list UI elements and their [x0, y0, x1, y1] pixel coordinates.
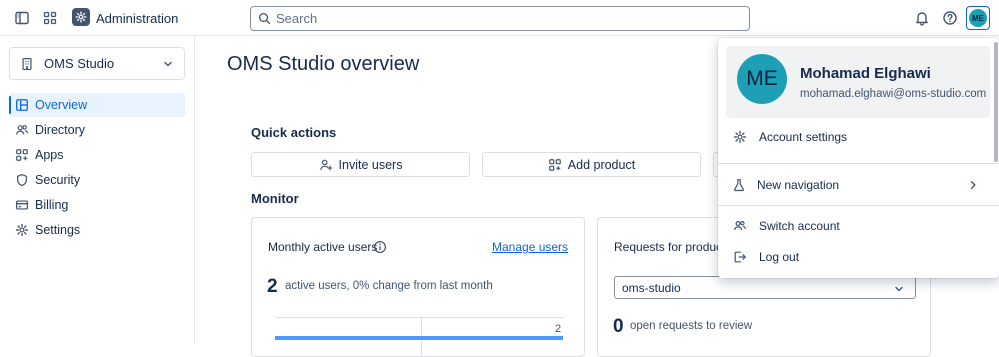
active-users-count: 2 — [267, 276, 278, 297]
add-product-button[interactable]: Add product — [482, 152, 701, 177]
monthly-active-users-card: Monthly active users Manage users 2 acti… — [251, 217, 585, 357]
active-users-description: active users, 0% change from last month — [285, 280, 493, 292]
sidebar-item-settings[interactable]: Settings — [9, 218, 185, 242]
switch-account-menu-item[interactable]: Switch account — [718, 211, 999, 241]
avatar: ME — [969, 9, 987, 27]
sidebar-item-label: Settings — [35, 223, 81, 237]
add-person-icon — [319, 159, 332, 170]
search-icon — [258, 12, 271, 25]
gear-icon — [15, 223, 29, 237]
shield-icon — [17, 173, 27, 187]
sidebar-item-label: Security — [35, 173, 81, 187]
profile-name: Mohamad Elghawi — [800, 65, 931, 82]
search-bar[interactable] — [250, 6, 750, 31]
sidebar-item-directory[interactable]: Directory — [9, 118, 185, 142]
add-product-label: Add product — [567, 157, 636, 172]
app-switcher-icon[interactable] — [38, 6, 62, 30]
info-icon[interactable] — [373, 240, 387, 254]
avatar: ME — [737, 54, 787, 104]
menu-item-label: Switch account — [759, 219, 840, 233]
open-requests-description: open requests to review — [630, 320, 753, 332]
search-input[interactable] — [276, 11, 736, 26]
top-navigation-bar: Administration ME — [0, 0, 999, 36]
requests-card-title: Requests for product — [614, 240, 726, 254]
sidebar-item-apps[interactable]: Apps — [9, 143, 185, 167]
product-select-value: oms-studio — [622, 280, 681, 295]
add-app-icon — [548, 158, 561, 171]
open-requests-count: 0 — [613, 316, 624, 337]
app-title[interactable]: Administration — [96, 11, 178, 26]
flask-icon — [734, 179, 744, 192]
invite-users-button[interactable]: Invite users — [251, 152, 470, 177]
help-icon[interactable] — [938, 6, 962, 30]
site-selector-label: OMS Studio — [44, 56, 115, 71]
sidebar-item-billing[interactable]: Billing — [9, 193, 185, 217]
apps-icon — [16, 149, 28, 161]
quick-actions-heading: Quick actions — [251, 125, 337, 140]
overview-icon — [16, 99, 28, 111]
sidebar-item-overview[interactable]: Overview — [9, 93, 185, 117]
profile-avatar-button[interactable]: ME — [966, 6, 990, 30]
invite-users-label: Invite users — [338, 157, 403, 172]
mau-card-title: Monthly active users — [268, 240, 378, 254]
notifications-bell-icon[interactable] — [910, 6, 934, 30]
menu-item-label: Account settings — [759, 130, 848, 144]
gear-icon — [733, 130, 747, 144]
sidebar-item-label: Overview — [35, 98, 88, 112]
menu-item-label: New navigation — [757, 178, 840, 192]
menu-divider — [718, 205, 999, 206]
chart-value-label: 2 — [555, 323, 562, 335]
chevron-down-icon — [895, 286, 903, 292]
page-title: OMS Studio overview — [227, 53, 420, 75]
profile-card: ME Mohamad Elghawi mohamad.elghawi@oms-s… — [726, 46, 990, 118]
menu-divider — [718, 163, 999, 164]
chevron-down-icon — [164, 61, 172, 67]
sidebar-item-label: Billing — [35, 198, 69, 212]
log-out-menu-item[interactable]: Log out — [718, 242, 999, 272]
monitor-heading: Monitor — [251, 191, 299, 206]
admin-gear-icon — [72, 8, 90, 26]
people-icon — [15, 125, 29, 135]
chart-gridline — [275, 317, 563, 318]
sidebar-toggle-icon[interactable] — [10, 6, 34, 30]
sidebar-item-label: Directory — [35, 123, 86, 137]
menu-item-label: Log out — [759, 250, 800, 264]
chevron-right-icon — [970, 180, 976, 190]
profile-menu: ME Mohamad Elghawi mohamad.elghawi@oms-s… — [718, 38, 999, 278]
product-select[interactable]: oms-studio — [614, 276, 916, 299]
new-navigation-menu-item[interactable]: New navigation — [718, 170, 999, 200]
account-settings-menu-item[interactable]: Account settings — [718, 122, 999, 152]
credit-card-icon — [15, 200, 29, 210]
logout-icon — [734, 251, 746, 263]
sidebar: OMS Studio Overview Directory Apps Secur… — [0, 37, 195, 344]
site-selector[interactable]: OMS Studio — [9, 47, 185, 80]
sidebar-item-security[interactable]: Security — [9, 168, 185, 192]
building-icon — [22, 57, 32, 70]
chart-series-line — [275, 336, 563, 340]
sidebar-item-label: Apps — [35, 148, 64, 162]
manage-users-link[interactable]: Manage users — [492, 240, 568, 254]
profile-email: mohamad.elghawi@oms-studio.com — [800, 88, 987, 100]
switch-account-icon — [733, 221, 746, 231]
